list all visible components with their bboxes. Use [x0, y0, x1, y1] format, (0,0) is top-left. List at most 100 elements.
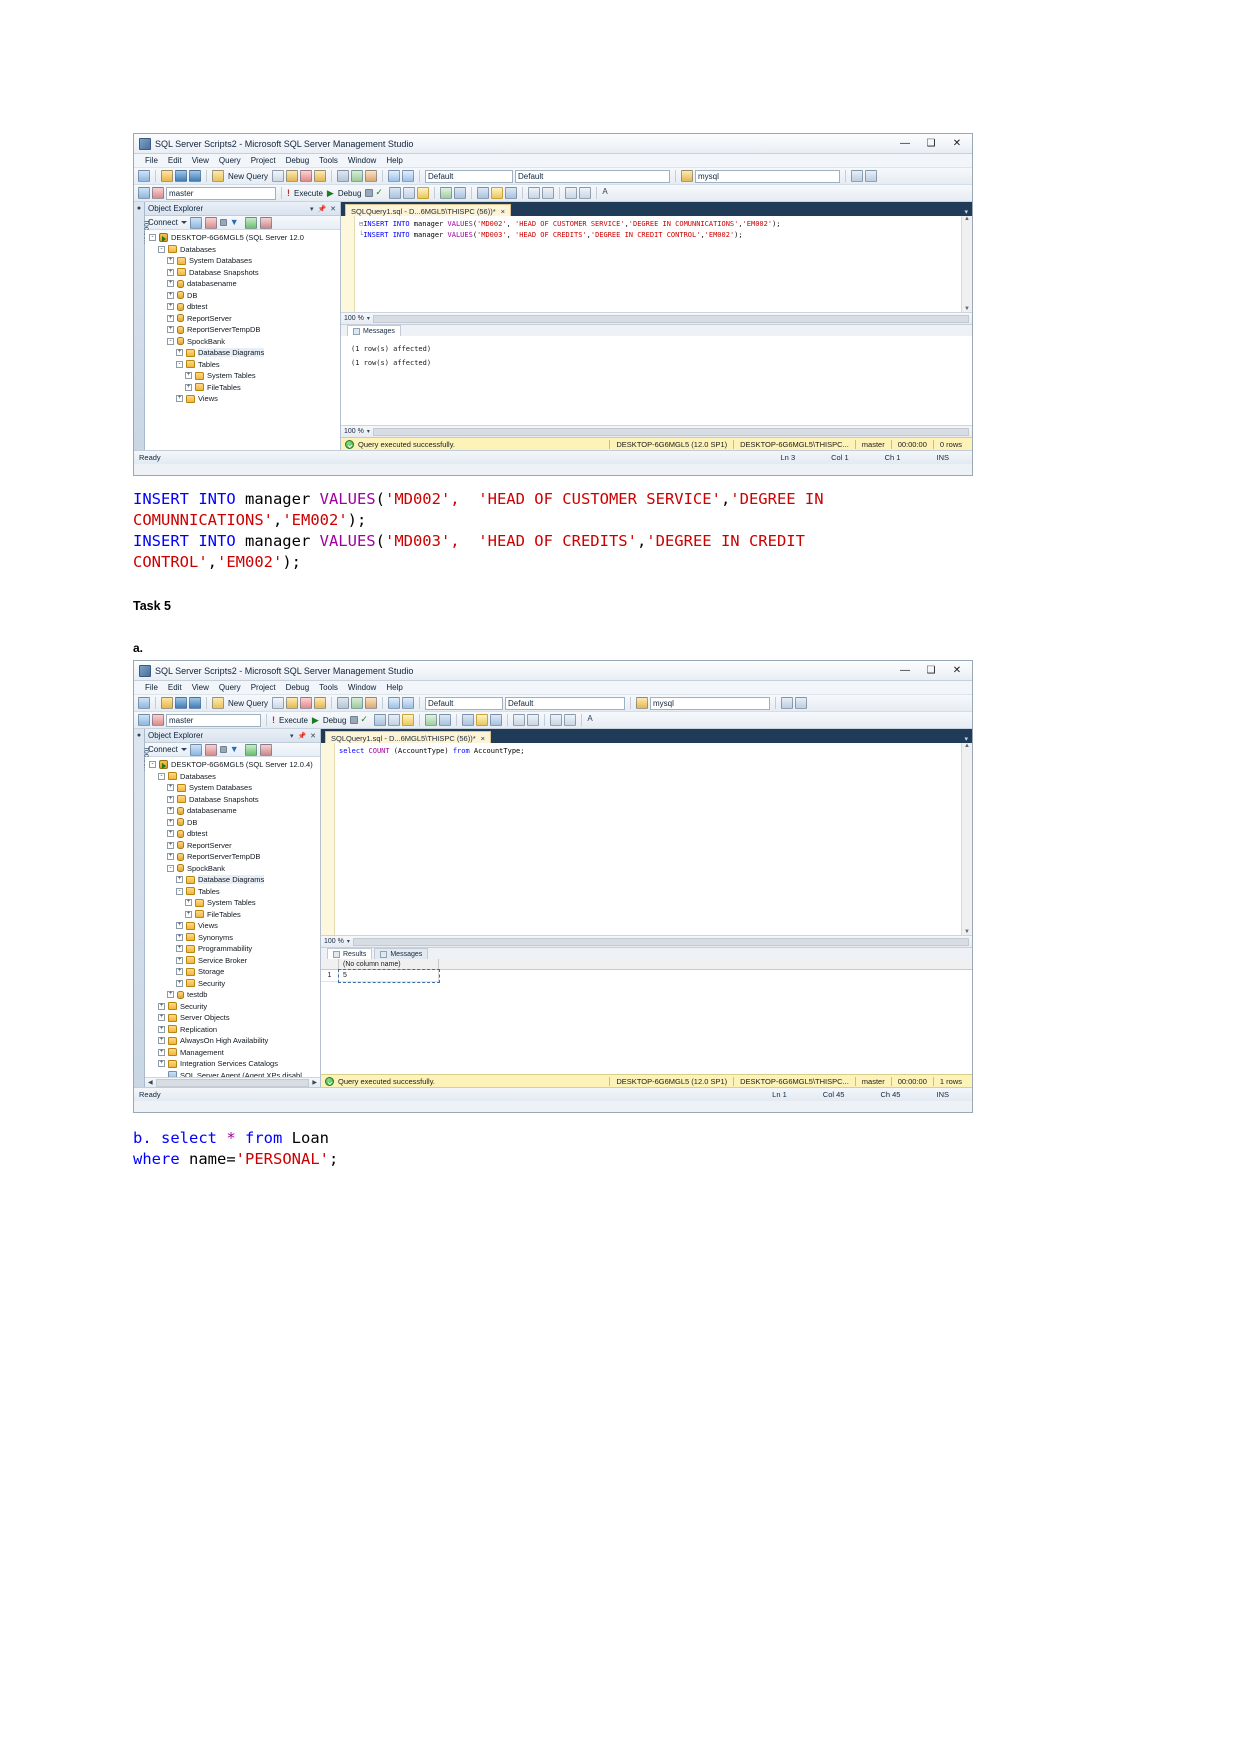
new-xmla-query-icon[interactable] — [314, 697, 327, 709]
comment-icon[interactable] — [505, 187, 518, 199]
object-explorer-details-icon[interactable] — [259, 216, 272, 229]
toolbox-pin-icon[interactable]: ● — [134, 202, 144, 212]
object-explorer-details-icon[interactable] — [259, 743, 272, 756]
tree-node[interactable]: - DESKTOP-6G6MGL5 (SQL Server 12.0 — [145, 232, 340, 244]
include-actual-plan-icon[interactable] — [402, 714, 415, 726]
expand-icon[interactable]: + — [185, 372, 192, 380]
toolbar-combo-default-1[interactable]: Default — [425, 169, 514, 183]
tree-node[interactable]: + Integration Services Catalogs — [145, 1058, 320, 1070]
cut-icon[interactable] — [337, 170, 350, 182]
debug-play-icon[interactable]: ▶ — [312, 715, 319, 726]
tree-node[interactable]: + System Databases — [145, 782, 320, 794]
tree-node[interactable]: - Databases — [145, 771, 320, 783]
menu-edit[interactable]: Edit — [163, 683, 187, 692]
save-all-icon[interactable] — [189, 170, 201, 182]
tree-node[interactable]: + Database Diagrams — [145, 347, 340, 359]
disconnect-server-icon[interactable] — [204, 216, 217, 229]
object-explorer-window-actions[interactable]: ▾ 📌 ✕ — [290, 732, 317, 740]
expand-icon[interactable]: + — [185, 910, 192, 918]
new-dmx-query-icon[interactable] — [300, 697, 313, 709]
expand-icon[interactable]: + — [167, 257, 174, 265]
include-client-statistics-icon[interactable] — [425, 714, 438, 726]
window-layout-icon[interactable] — [851, 170, 864, 182]
scroll-down-icon[interactable]: ▼ — [964, 306, 970, 312]
tree-node[interactable]: + Service Broker — [145, 955, 320, 967]
results-to-text-icon[interactable] — [454, 187, 467, 199]
expand-icon[interactable]: + — [158, 1048, 165, 1056]
include-actual-plan-icon[interactable] — [417, 187, 430, 199]
redo-icon[interactable] — [402, 697, 415, 709]
debug-button[interactable]: Debug — [321, 716, 349, 725]
menu-tools[interactable]: Tools — [314, 156, 343, 165]
tree-node[interactable]: + Database Snapshots — [145, 794, 320, 806]
minimize-button[interactable]: — — [892, 662, 918, 680]
menu-query[interactable]: Query — [214, 156, 246, 165]
expand-icon[interactable]: + — [167, 807, 174, 815]
results-zoom-level[interactable]: 100 % — [344, 428, 364, 435]
expand-icon[interactable]: + — [167, 314, 174, 322]
spell-check-icon[interactable]: A — [602, 187, 614, 199]
tab-messages[interactable]: Messages — [347, 325, 401, 336]
tree-node[interactable]: + dbtest — [145, 828, 320, 840]
expand-icon[interactable]: + — [167, 280, 174, 288]
tree-node[interactable]: + databasename — [145, 805, 320, 817]
expand-icon[interactable]: + — [167, 291, 174, 299]
editor-horizontal-scrollbar[interactable] — [372, 314, 969, 323]
tree-node[interactable]: + databasename — [145, 278, 340, 290]
window2-tree[interactable]: - DESKTOP-6G6MGL5 (SQL Server 12.0.4) - Dat… — [145, 757, 320, 1077]
menu-debug[interactable]: Debug — [281, 683, 315, 692]
tree-node[interactable]: + dbtest — [145, 301, 340, 313]
menu-project[interactable]: Project — [246, 156, 281, 165]
menu-edit[interactable]: Edit — [163, 156, 187, 165]
tab-messages[interactable]: Messages — [374, 948, 429, 959]
expand-icon[interactable]: + — [167, 784, 174, 792]
toolbar-combo-default-2[interactable]: Default — [505, 696, 626, 710]
editor-horizontal-scrollbar[interactable] — [352, 937, 969, 946]
window1-code[interactable]: ⊟INSERT INTO manager VALUES('MD002', 'HE… — [355, 216, 961, 312]
tree-node[interactable]: - Databases — [145, 244, 340, 256]
tree-node[interactable]: + Database Snapshots — [145, 267, 340, 279]
results-to-file-icon[interactable] — [491, 187, 504, 199]
refresh-icon[interactable] — [244, 743, 257, 756]
editor-vertical-scrollbar[interactable]: ▲ ▼ — [961, 216, 972, 312]
window2-code[interactable]: select COUNT (AccountType) from AccountT… — [335, 743, 961, 935]
connect-server-icon[interactable] — [189, 216, 202, 229]
tree-node[interactable]: + Security — [145, 978, 320, 990]
window-layout-icon[interactable] — [781, 697, 794, 709]
new-dmx-query-icon[interactable] — [300, 170, 313, 182]
expand-icon[interactable]: + — [158, 1002, 165, 1010]
menu-query[interactable]: Query — [214, 683, 246, 692]
scroll-up-icon[interactable]: ▲ — [964, 743, 970, 749]
object-explorer-hscroll[interactable]: ◀ ▶ — [145, 1077, 320, 1087]
collapse-icon[interactable]: - — [167, 864, 174, 872]
menu-debug[interactable]: Debug — [281, 156, 315, 165]
grid-cell[interactable]: 5 — [338, 969, 440, 983]
save-icon[interactable] — [175, 170, 187, 182]
grid-row-number[interactable]: 1 — [321, 970, 339, 982]
chevron-down-icon[interactable]: ▾ — [367, 428, 370, 435]
new-mdx-query-icon[interactable] — [286, 170, 299, 182]
grid-column-header[interactable]: (No column name) — [339, 959, 439, 969]
expand-icon[interactable]: + — [176, 876, 183, 884]
undo-icon[interactable] — [388, 697, 401, 709]
new-mdx-query-icon[interactable] — [286, 697, 299, 709]
menu-window[interactable]: Window — [343, 683, 381, 692]
decrease-indent-icon[interactable] — [527, 714, 540, 726]
close-button[interactable]: ✕ — [944, 662, 970, 680]
window2-results-grid[interactable]: (No column name) 1 5 — [321, 959, 972, 1074]
maximize-button[interactable]: ❑ — [918, 662, 944, 680]
collapse-icon[interactable]: - — [158, 245, 165, 253]
new-query-icon[interactable] — [212, 697, 224, 709]
window1-messages-pane[interactable]: (1 row(s) affected) (1 row(s) affected) — [341, 336, 972, 425]
toolbar-combo-mysql[interactable]: mysql — [650, 696, 771, 710]
find-icon[interactable] — [865, 170, 878, 182]
tree-node[interactable]: + ReportServerTempDB — [145, 851, 320, 863]
expand-icon[interactable]: + — [158, 1025, 165, 1033]
tree-node[interactable]: - SpockBank — [145, 863, 320, 875]
comment-icon[interactable] — [490, 714, 503, 726]
indent-right-icon[interactable] — [564, 714, 577, 726]
parse-check-icon[interactable]: ✓ — [375, 187, 387, 199]
execute-icon[interactable]: ! — [272, 715, 275, 725]
results-horizontal-scrollbar[interactable] — [372, 427, 969, 436]
toolbar-combo-mysql[interactable]: mysql — [695, 169, 841, 183]
